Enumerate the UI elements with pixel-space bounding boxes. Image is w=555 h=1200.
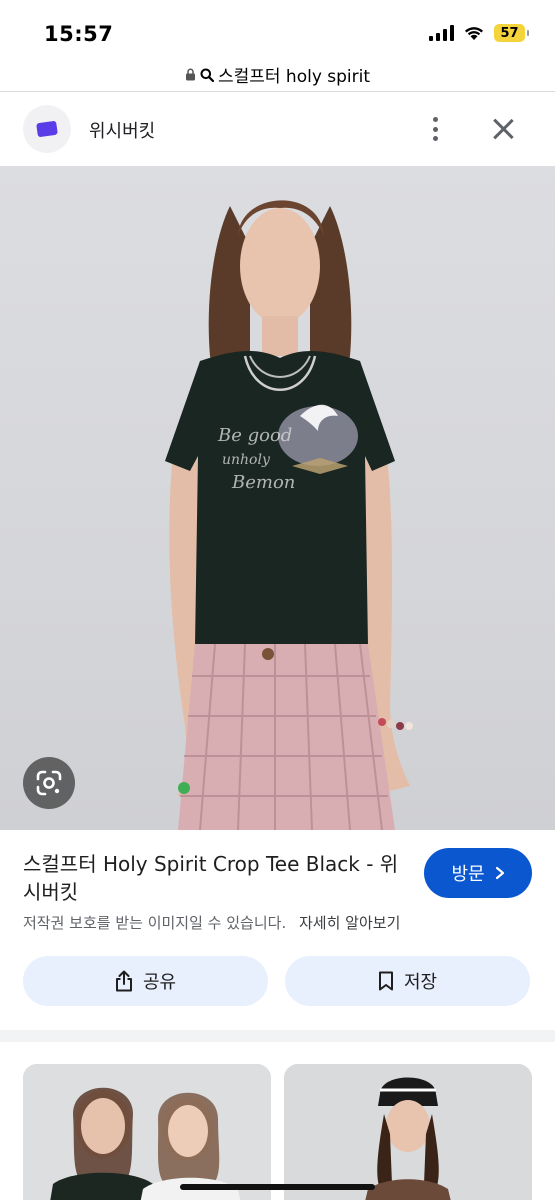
search-icon: [200, 68, 214, 82]
status-icons: 57: [429, 24, 529, 42]
product-photo: Be good unholy Bemon: [165, 200, 413, 830]
home-indicator[interactable]: [180, 1184, 375, 1190]
product-title[interactable]: 스컬프터 Holy Spirit Crop Tee Black - 위시버킷: [23, 850, 408, 906]
status-bar: 15:57 57: [0, 0, 555, 58]
chevron-right-icon: [495, 866, 504, 880]
copyright-text: 저작권 보호를 받는 이미지일 수 있습니다.: [23, 914, 287, 932]
close-icon[interactable]: [490, 116, 516, 142]
related-thumbnail[interactable]: [23, 1064, 271, 1200]
svg-text:unholy: unholy: [222, 452, 271, 468]
share-icon: [115, 970, 132, 992]
learn-more-link[interactable]: 자세히 알아보기: [299, 914, 400, 932]
save-button[interactable]: 저장: [285, 956, 530, 1006]
url-bar[interactable]: 스컬프터 holy spirit: [0, 58, 555, 92]
save-label: 저장: [403, 972, 438, 993]
battery-icon: 57: [494, 24, 529, 42]
wifi-icon: [465, 27, 483, 40]
lock-icon: [185, 68, 195, 81]
related-thumbnail[interactable]: [284, 1064, 532, 1200]
site-name[interactable]: 위시버킷: [89, 117, 155, 143]
share-button[interactable]: 공유: [23, 956, 268, 1006]
product-image[interactable]: Be good unholy Bemon: [0, 166, 555, 830]
share-label: 공유: [142, 972, 177, 993]
status-time: 15:57: [44, 22, 114, 46]
url-text: 스컬프터 holy spirit: [217, 67, 371, 87]
section-divider: [0, 1030, 555, 1042]
lens-icon: [36, 770, 62, 796]
visit-label: 방문: [451, 864, 485, 885]
lens-button[interactable]: [23, 757, 75, 809]
site-header: 위시버킷: [0, 92, 555, 166]
related-images: [0, 1042, 555, 1200]
copyright-notice: 저작권 보호를 받는 이미지일 수 있습니다. 자세히 알아보기: [23, 912, 400, 933]
visit-button[interactable]: 방문: [424, 848, 532, 898]
svg-text:Be good: Be good: [217, 425, 292, 446]
svg-text:Bemon: Bemon: [231, 472, 295, 493]
more-vert-icon[interactable]: [424, 114, 446, 144]
product-info: 스컬프터 Holy Spirit Crop Tee Black - 위시버킷 방…: [0, 830, 555, 1030]
signal-icon: [429, 25, 454, 41]
bookmark-icon: [378, 971, 393, 991]
site-logo-icon[interactable]: [23, 105, 71, 153]
